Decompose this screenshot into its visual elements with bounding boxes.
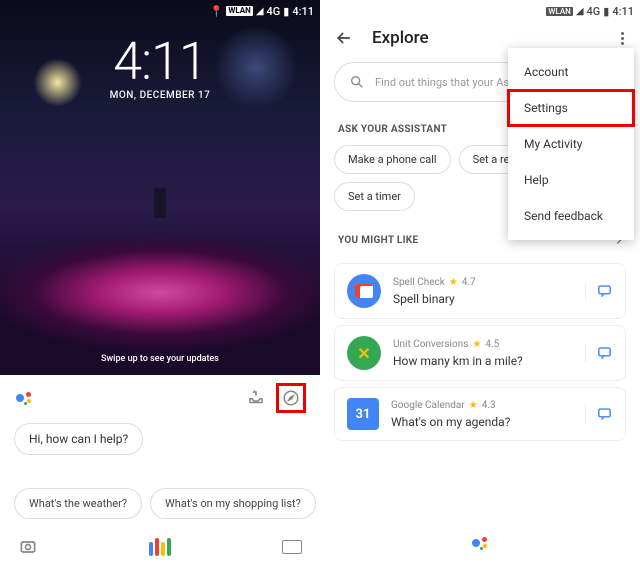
left-screenshot: 📍 WLAN ◢ 4G ▮ 4:11 4:11 MON, DECEMBER 17… xyxy=(0,0,320,563)
swipe-hint: Swipe up to see your updates xyxy=(0,354,320,364)
battery-icon: ▮ xyxy=(603,5,609,18)
lock-date: MON, DECEMBER 17 xyxy=(0,90,320,101)
chat-icon[interactable] xyxy=(585,405,613,423)
location-icon: 📍 xyxy=(210,5,224,18)
back-button[interactable] xyxy=(334,28,354,48)
spell-check-icon xyxy=(347,274,381,308)
overflow-menu-button[interactable] xyxy=(614,30,630,46)
assistant-logo-icon xyxy=(14,388,34,408)
card-rating: 4.3 xyxy=(482,400,496,411)
assistant-bottom-bar xyxy=(0,537,320,557)
card-query: What's on my agenda? xyxy=(391,415,573,429)
net-type: 4G xyxy=(587,5,601,18)
status-bar: 📍 WLAN ◢ 4G ▮ 4:11 xyxy=(210,2,314,20)
ask-chip[interactable]: Make a phone call xyxy=(334,145,451,174)
lock-clock: 4:11 MON, DECEMBER 17 xyxy=(0,36,320,101)
clock-small: 4:11 xyxy=(612,5,634,18)
mic-icon[interactable] xyxy=(149,538,171,556)
lock-time: 4:11 xyxy=(0,36,320,88)
menu-item-settings[interactable]: Settings xyxy=(508,90,634,126)
card-rating: 4.7 xyxy=(462,277,476,288)
right-screenshot: ▧ WLAN ◢ 4G ▮ 4:11 Explore Find out thin… xyxy=(320,0,640,563)
assistant-greeting: Hi, how can I help? xyxy=(14,423,143,455)
assistant-footer-icon[interactable] xyxy=(320,533,640,553)
overflow-menu: Account Settings My Activity Help Send f… xyxy=(508,48,634,240)
network-icon: ◢ xyxy=(256,6,264,17)
ask-chip[interactable]: Set a timer xyxy=(334,182,415,211)
card-app: Google Calendar xyxy=(391,400,465,411)
lens-icon[interactable] xyxy=(18,537,38,557)
search-icon xyxy=(349,74,365,90)
page-title: Explore xyxy=(372,28,429,48)
star-icon: ★ xyxy=(469,400,478,411)
suggestion-card[interactable]: Unit Conversions ★ 4.5 How many km in a mi… xyxy=(334,325,626,381)
net-type: 4G xyxy=(267,5,281,18)
keyboard-icon[interactable] xyxy=(282,540,302,554)
suggestion-chips: What's the weather? What's on my shoppin… xyxy=(0,488,320,519)
card-rating: 4.5 xyxy=(485,339,499,350)
menu-item-feedback[interactable]: Send feedback xyxy=(508,198,634,234)
suggestion-chip[interactable]: What's the weather? xyxy=(14,488,142,519)
suggestion-card[interactable]: 31 Google Calendar ★ 4.3 What's on my agen… xyxy=(334,387,626,441)
menu-item-help[interactable]: Help xyxy=(508,162,634,198)
network-icon: ◢ xyxy=(576,6,584,17)
card-query: How many km in a mile? xyxy=(393,354,573,368)
assistant-panel: Hi, how can I help? What's the weather? … xyxy=(0,375,320,563)
star-icon: ★ xyxy=(472,339,481,350)
card-app: Unit Conversions xyxy=(393,339,468,350)
clock-small: 4:11 xyxy=(292,5,314,18)
menu-item-activity[interactable]: My Activity xyxy=(508,126,634,162)
wifi-label: WLAN xyxy=(226,6,252,16)
star-icon: ★ xyxy=(449,277,458,288)
section-like-heading: YOU MIGHT LIKE xyxy=(338,235,418,246)
chat-icon[interactable] xyxy=(585,344,613,362)
chat-icon[interactable] xyxy=(585,282,613,300)
suggestion-chip[interactable]: What's on my shopping list? xyxy=(150,488,316,519)
menu-item-account[interactable]: Account xyxy=(508,54,634,90)
explore-button[interactable] xyxy=(276,383,306,413)
wifi-label: WLAN xyxy=(546,7,572,16)
suggestion-card[interactable]: Spell Check ★ 4.7 Spell binary xyxy=(334,263,626,319)
status-bar: ▧ WLAN ◢ 4G ▮ 4:11 xyxy=(546,2,634,20)
card-query: Spell binary xyxy=(393,292,573,306)
card-app: Spell Check xyxy=(393,277,445,288)
calendar-icon: 31 xyxy=(347,398,379,430)
unit-conversions-icon xyxy=(347,336,381,370)
battery-icon: ▮ xyxy=(283,5,289,18)
updates-icon[interactable] xyxy=(246,388,266,408)
